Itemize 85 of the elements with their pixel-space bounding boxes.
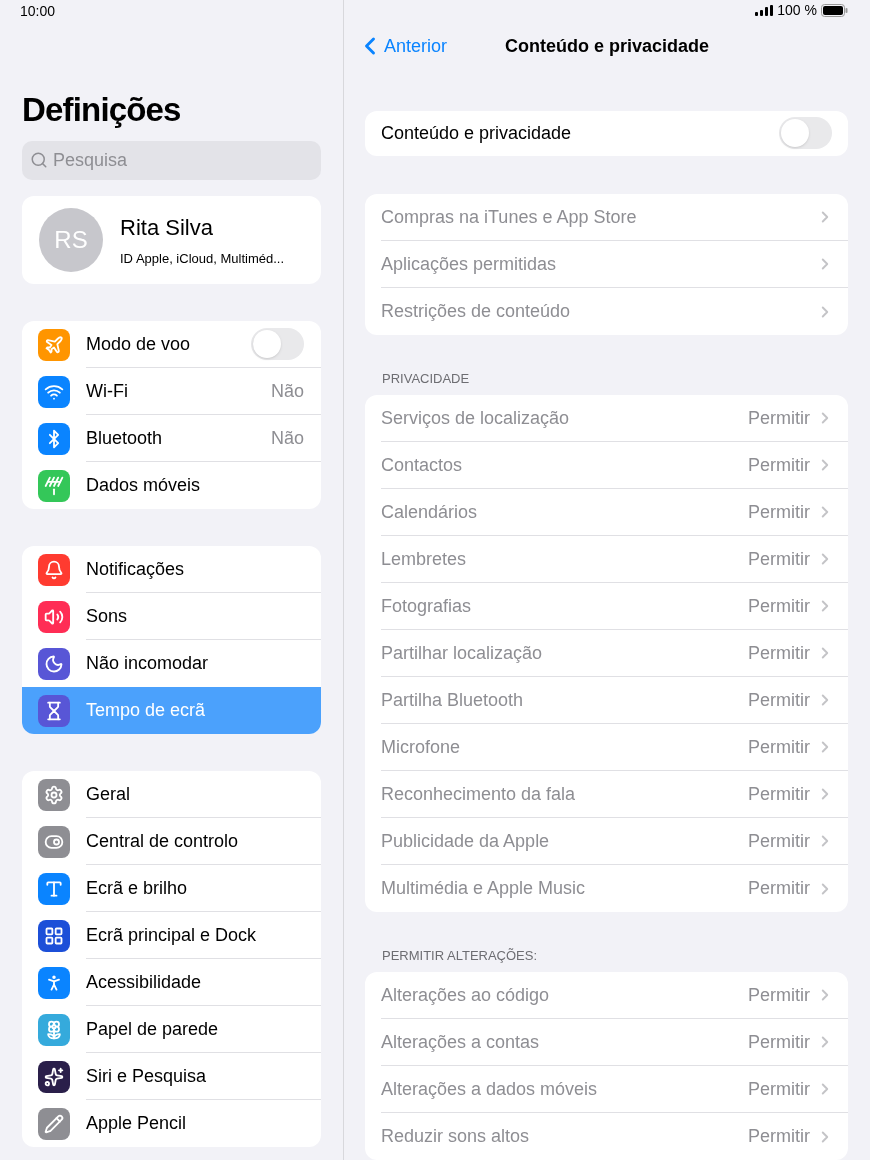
row-value: Permitir [748,735,810,759]
row-label: Fotografias [381,594,473,618]
settings-item[interactable]: Sons [22,593,321,640]
settings-item[interactable]: Siri e Pesquisa [22,1053,321,1100]
row-value: Permitir [748,877,810,900]
item-label: Papel de parede [86,1017,220,1041]
settings-item[interactable]: Central de controlo [22,818,321,865]
item-label: Acessibilidade [86,970,203,994]
status-time: 10:00 [20,1,56,21]
settings-item[interactable]: Dados móveis [22,462,321,509]
item-label: Apple Pencil [86,1112,188,1135]
row-label: Reconhecimento da fala [381,782,577,806]
item-label: Bluetooth [86,426,164,450]
settings-item[interactable]: Bluetooth Não [22,415,321,462]
search-field[interactable]: Pesquisa [22,141,321,180]
item-label: Siri e Pesquisa [86,1064,208,1088]
settings-item[interactable]: Acessibilidade [22,959,321,1006]
profile-card[interactable]: RS Rita Silva ID Apple, iCloud, Multiméd... [22,196,321,284]
signal-icon [755,5,774,17]
row-value: Permitir [748,1077,810,1101]
settings-item[interactable]: Modo de voo [22,321,321,368]
settings-item[interactable]: Papel de parede [22,1006,321,1053]
item-label: Tempo de ecrã [86,699,207,722]
item-label: Wi-Fi [86,379,129,403]
back-button[interactable]: Anterior [356,32,448,61]
row-label: Alterações a dados móveis [381,1077,599,1101]
row-value: Permitir [748,983,810,1007]
row-label: Partilha Bluetooth [381,688,525,712]
row-value: Permitir [748,594,810,618]
settings-item[interactable]: Não incomodar [22,640,321,687]
settings-item[interactable]: Ecrã e brilho [22,865,321,912]
row-label: Alterações ao código [381,983,551,1007]
row-value: Permitir [748,1030,810,1054]
row-label: Serviços de localização [381,406,571,430]
item-label: Modo de voo [86,332,192,356]
profile-subtitle: ID Apple, iCloud, Multiméd... [120,250,285,269]
item-label: Geral [86,782,131,806]
avatar: RS [39,208,103,272]
search-icon [30,151,48,169]
profile-name: Rita Silva [120,214,214,243]
row-label: Lembretes [381,547,468,571]
row-value: Permitir [748,688,810,712]
row-label: Partilhar localização [381,641,544,665]
row-label: Contactos [381,453,464,477]
battery-percent: 100 % [777,1,817,21]
item-label: Ecrã principal e Dock [86,923,258,947]
row-value: Permitir [748,547,810,571]
section-header: PRIVACIDADE [382,369,470,388]
row-value: Permitir [748,829,810,853]
item-value: Não [270,379,304,403]
settings-item[interactable]: Ecrã principal e Dock [22,912,321,959]
toggle-switch[interactable] [251,328,304,360]
toggle-label: Conteúdo e privacidade [381,121,573,145]
item-label: Sons [86,604,129,628]
row-value: Permitir [748,782,810,806]
item-label: Dados móveis [86,474,202,497]
row-label: Publicidade da Apple [381,829,551,853]
item-label: Não incomodar [86,652,210,675]
item-label: Ecrã e brilho [86,876,189,900]
row-label: Calendários [381,500,479,524]
row-value: Permitir [748,1125,810,1148]
settings-item[interactable]: Wi-Fi Não [22,368,321,415]
settings-item[interactable]: Notificações [22,546,321,593]
row-value: Permitir [748,406,810,430]
section-header: PERMITIR ALTERAÇÕES: [382,946,538,965]
toggle-switch[interactable] [779,117,832,150]
row-label: Compras na iTunes e App Store [381,205,638,229]
row-label: Restrições de conteúdo [381,300,572,323]
row-value: Permitir [748,453,810,477]
nav-title: Conteúdo e privacidade [505,34,710,58]
item-value: Não [270,426,304,450]
settings-item[interactable]: Tempo de ecrã [22,687,321,734]
row-value: Permitir [748,641,810,665]
battery-icon [821,4,848,18]
settings-item[interactable]: Apple Pencil [22,1100,321,1147]
row-label: Multimédia e Apple Music [381,877,587,900]
settings-item[interactable]: Geral [22,771,321,818]
row-label: Aplicações permitidas [381,252,558,276]
row-label: Alterações a contas [381,1030,541,1054]
row-value: Permitir [748,500,810,524]
row-label: Microfone [381,735,462,759]
item-label: Notificações [86,557,186,581]
item-label: Central de controlo [86,829,240,853]
row-label: Reduzir sons altos [381,1125,531,1148]
page-title: Definições [22,90,182,130]
